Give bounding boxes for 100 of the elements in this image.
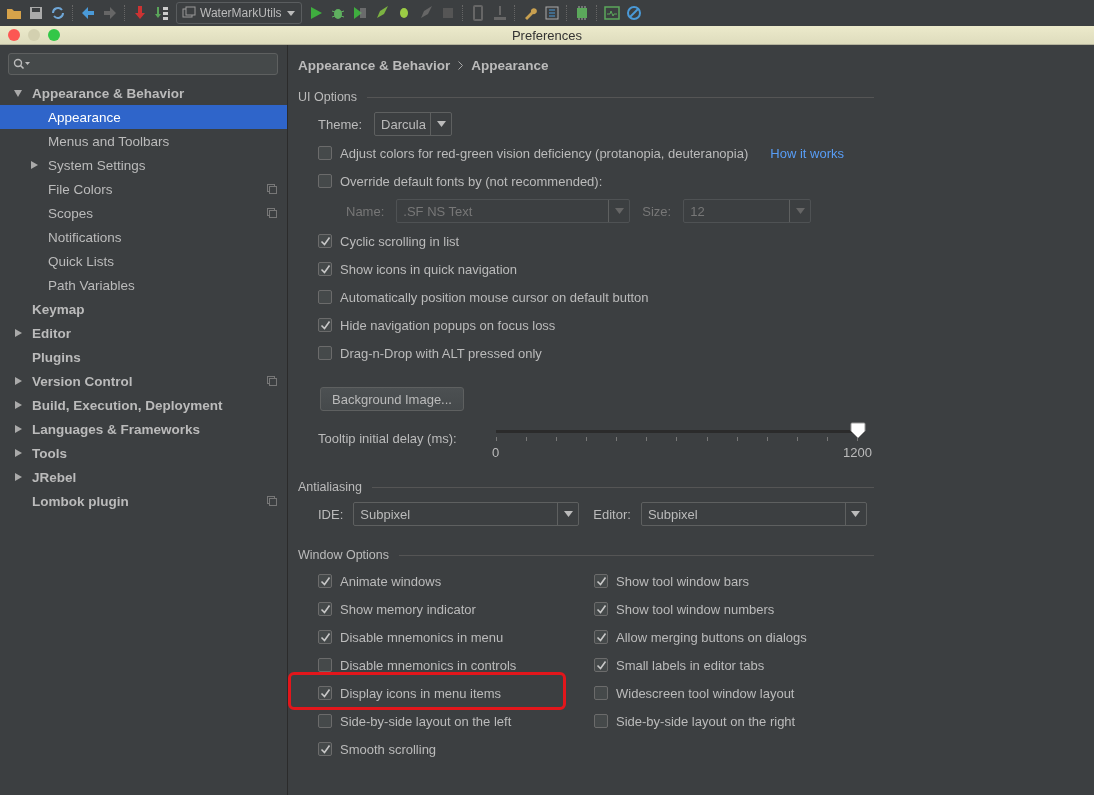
caret-icon bbox=[851, 511, 861, 517]
checkmark-icon bbox=[318, 602, 332, 616]
back-arrow-icon[interactable] bbox=[80, 5, 96, 21]
editor-antialiasing-dropdown[interactable]: Subpixel bbox=[640, 502, 867, 526]
checkbox-label: Side-by-side layout on the right bbox=[616, 713, 796, 729]
checkbox[interactable] bbox=[594, 574, 608, 588]
checkbox[interactable] bbox=[318, 742, 332, 756]
slider-min-label: 0 bbox=[492, 445, 500, 460]
checkmark-icon bbox=[594, 658, 608, 672]
checkbox[interactable] bbox=[318, 346, 332, 360]
field-label: Theme: bbox=[318, 116, 363, 132]
no-entry-icon[interactable] bbox=[625, 5, 642, 21]
down-arrow-icon[interactable] bbox=[132, 5, 148, 21]
checkmark-icon bbox=[594, 602, 608, 616]
slider-thumb[interactable] bbox=[850, 422, 866, 439]
checkbox-label: Disable mnemonics in menu bbox=[340, 629, 504, 645]
field-label: Size: bbox=[642, 203, 672, 219]
checkbox-label: Cyclic scrolling in list bbox=[340, 233, 460, 249]
caret-icon bbox=[614, 208, 624, 214]
tree-item[interactable]: Quick Lists bbox=[0, 249, 287, 273]
checkbox[interactable] bbox=[318, 686, 332, 700]
tree-item[interactable]: System Settings bbox=[0, 153, 287, 177]
checkbox-label: Disable mnemonics in controls bbox=[340, 657, 517, 673]
tree-item[interactable]: Tools bbox=[0, 441, 287, 465]
tree-item[interactable]: JRebel bbox=[0, 465, 287, 489]
structure-icon[interactable] bbox=[543, 5, 560, 21]
tree-item[interactable]: File Colors bbox=[0, 177, 287, 201]
caret-icon bbox=[563, 511, 573, 517]
checkbox-label: Drag-n-Drop with ALT pressed only bbox=[340, 345, 542, 361]
checkbox-label: Allow merging buttons on dialogs bbox=[616, 629, 807, 645]
checkbox[interactable] bbox=[594, 658, 608, 672]
section-title: Window Options bbox=[298, 548, 389, 562]
tree-item[interactable]: Lombok plugin bbox=[0, 489, 287, 513]
checkmark-icon bbox=[318, 574, 332, 588]
checkbox-label: Show tool window numbers bbox=[616, 601, 775, 617]
checkmark-icon bbox=[318, 630, 332, 644]
checkbox-label: Animate windows bbox=[340, 573, 442, 589]
checkbox[interactable] bbox=[594, 630, 608, 644]
help-link[interactable]: How it works bbox=[770, 145, 844, 161]
checkbox[interactable] bbox=[318, 658, 332, 672]
coverage-icon[interactable] bbox=[351, 5, 368, 21]
search-field[interactable] bbox=[8, 53, 278, 75]
checkmark-icon bbox=[594, 574, 608, 588]
run-configuration-dropdown[interactable]: WaterMarkUtils bbox=[176, 2, 302, 24]
checkbox[interactable] bbox=[594, 602, 608, 616]
slider-label: Tooltip initial delay (ms): bbox=[318, 431, 458, 446]
checkbox-label: Show memory indicator bbox=[340, 601, 476, 617]
checkbox[interactable] bbox=[318, 262, 332, 276]
checkbox[interactable] bbox=[594, 714, 608, 728]
background-image-button[interactable]: Background Image... bbox=[320, 387, 464, 411]
caret-icon bbox=[436, 121, 446, 127]
checkbox[interactable] bbox=[594, 686, 608, 700]
checkbox[interactable] bbox=[318, 290, 332, 304]
search-icon bbox=[13, 58, 31, 70]
theme-dropdown[interactable]: Darcula bbox=[374, 112, 453, 136]
tree-item[interactable]: Path Variables bbox=[0, 273, 287, 297]
tree-item[interactable]: Editor bbox=[0, 321, 287, 345]
checkbox[interactable] bbox=[318, 174, 332, 188]
section-title: UI Options bbox=[298, 90, 358, 104]
checkbox[interactable] bbox=[318, 318, 332, 332]
tree-item[interactable]: Appearance & Behavior bbox=[0, 81, 287, 105]
checkbox-label: Show tool window bars bbox=[616, 573, 749, 589]
monitor-icon[interactable] bbox=[603, 5, 620, 21]
tree-item[interactable]: Languages & Frameworks bbox=[0, 417, 287, 441]
checkmark-icon bbox=[318, 686, 332, 700]
field-label: IDE: bbox=[318, 506, 344, 522]
checkbox[interactable] bbox=[318, 574, 332, 588]
close-button[interactable] bbox=[8, 29, 20, 41]
tree-item[interactable]: Build, Execution, Deployment bbox=[0, 393, 287, 417]
ide-antialiasing-dropdown[interactable]: Subpixel bbox=[353, 502, 580, 526]
checkbox-label: Override default fonts by (not recommended): bbox=[340, 173, 603, 189]
tree-item[interactable]: Keymap bbox=[0, 297, 287, 321]
checkbox[interactable] bbox=[318, 714, 332, 728]
checkbox[interactable] bbox=[318, 234, 332, 248]
checkbox-label: Widescreen tool window layout bbox=[616, 685, 795, 701]
checkmark-icon bbox=[318, 234, 332, 248]
save-icon[interactable] bbox=[28, 5, 44, 21]
checkbox-label: Automatically position mouse cursor on default button bbox=[340, 289, 649, 305]
checkbox[interactable] bbox=[318, 602, 332, 616]
checkbox-label: Small labels in editor tabs bbox=[616, 657, 765, 673]
checkbox-label: Hide navigation popups on focus loss bbox=[340, 317, 556, 333]
tree-item[interactable]: Scopes bbox=[0, 201, 287, 225]
checkbox-label: Adjust colors for red-green vision deficiency (protanopia, deuteranopia) bbox=[340, 145, 749, 161]
checkbox-label: Display icons in menu items bbox=[340, 685, 502, 701]
window-title: Preferences bbox=[511, 27, 583, 43]
checkbox[interactable] bbox=[318, 146, 332, 160]
checkmark-icon bbox=[318, 742, 332, 756]
tree-item[interactable]: Plugins bbox=[0, 345, 287, 369]
tree-item[interactable]: Menus and Toolbars bbox=[0, 129, 287, 153]
breadcrumb-item: Appearance bbox=[471, 57, 549, 73]
field-label: Editor: bbox=[593, 506, 631, 522]
tree-item[interactable]: Appearance bbox=[0, 105, 287, 129]
breadcrumb-item: Appearance & Behavior bbox=[298, 57, 451, 73]
checkbox[interactable] bbox=[318, 630, 332, 644]
tree-item[interactable]: Version Control bbox=[0, 369, 287, 393]
sync-icon[interactable] bbox=[50, 5, 66, 21]
checkmark-icon bbox=[318, 318, 332, 332]
tree-item[interactable]: Notifications bbox=[0, 225, 287, 249]
caret-icon bbox=[795, 208, 805, 214]
caret-icon bbox=[285, 9, 296, 17]
